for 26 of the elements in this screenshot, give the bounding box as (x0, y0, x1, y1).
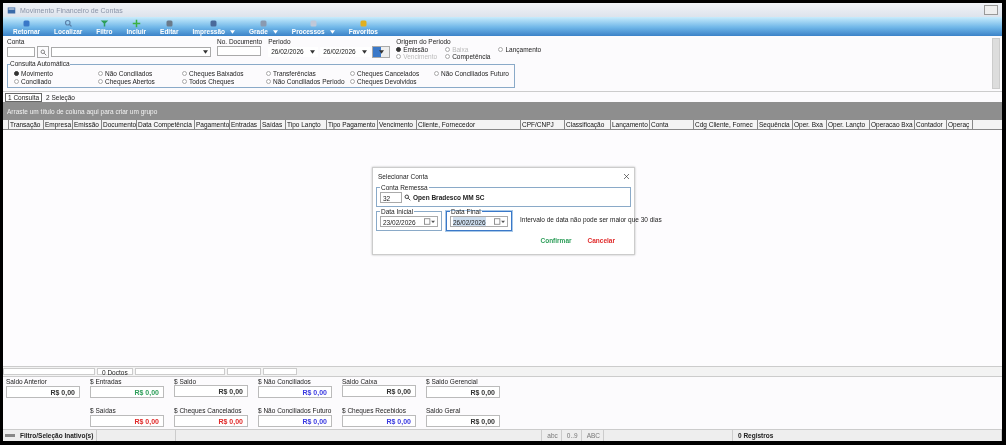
caret-icon (378, 50, 384, 54)
search-icon (63, 19, 73, 28)
caret-icon (203, 50, 208, 54)
account-code-field[interactable] (7, 47, 35, 57)
toolbar-icon (308, 19, 318, 28)
calendar-icon[interactable] (494, 218, 505, 225)
toolbar-icon (22, 19, 32, 28)
calendar-icon[interactable] (424, 218, 435, 225)
calendar-button[interactable] (372, 46, 391, 58)
search-icon[interactable] (404, 194, 411, 201)
toolbar-icon (131, 19, 141, 28)
caret-icon (362, 50, 368, 54)
toolbar-icon (99, 19, 109, 28)
close-icon[interactable] (624, 173, 629, 179)
account-dropdown[interactable] (51, 47, 211, 57)
toolbar-icon (258, 19, 268, 28)
search-button[interactable] (37, 46, 49, 58)
toolbar-icon (164, 19, 174, 28)
scrollbar[interactable] (992, 38, 1000, 89)
app-icon (7, 5, 16, 15)
grip-icon (5, 434, 15, 437)
maximize-button[interactable] (984, 5, 998, 15)
toolbar-icon (209, 19, 219, 28)
caret-icon (310, 50, 316, 54)
toolbar-icon (358, 19, 368, 28)
document-field[interactable] (217, 46, 261, 56)
